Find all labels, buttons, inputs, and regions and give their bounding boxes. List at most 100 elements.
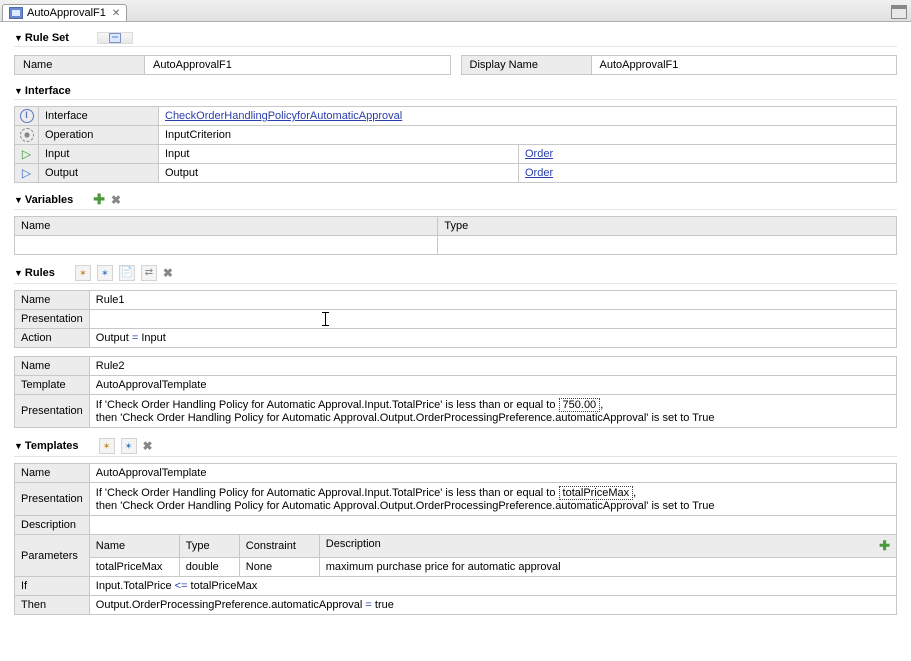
- tpl-name[interactable]: AutoApprovalTemplate: [89, 464, 896, 483]
- rule2-presentation[interactable]: If 'Check Order Handling Policy for Auto…: [89, 395, 896, 428]
- tpl-if[interactable]: Input.TotalPrice <= totalPriceMax: [89, 577, 896, 596]
- interface-icon: [20, 109, 34, 123]
- collapse-toggle[interactable]: ▼: [14, 86, 23, 96]
- output-arrow-icon: [20, 166, 34, 180]
- new-rule-button[interactable]: [75, 265, 91, 281]
- label-rule-action: Action: [15, 329, 90, 348]
- section-title: Templates: [25, 440, 79, 452]
- reorder-rule-button[interactable]: [141, 265, 157, 281]
- tab-auto-approval[interactable]: AutoApprovalF1 ✕: [2, 4, 127, 21]
- ruleset-info-icon[interactable]: [109, 33, 121, 43]
- interface-link[interactable]: CheckOrderHandlingPolicyforAutomaticAppr…: [165, 110, 402, 122]
- section-interface: ▼ Interface Interface CheckOrderHandling…: [14, 85, 897, 183]
- maximize-button[interactable]: [891, 5, 907, 19]
- value-operation[interactable]: InputCriterion: [159, 126, 897, 145]
- label-tpl-if: If: [15, 577, 90, 596]
- tpl-then[interactable]: Output.OrderProcessingPreference.automat…: [89, 596, 896, 615]
- section-title: Rule Set: [25, 32, 69, 44]
- value-name[interactable]: AutoApprovalF1: [145, 56, 450, 74]
- rule1-name[interactable]: Rule1: [89, 291, 896, 310]
- label-interface: Interface: [39, 107, 159, 126]
- label-rule-presentation: Presentation: [15, 310, 90, 329]
- edit-template-button[interactable]: [121, 438, 137, 454]
- col-param-name: Name: [89, 535, 179, 558]
- new-rule-from-template-button[interactable]: [97, 265, 113, 281]
- col-var-type: Type: [438, 217, 897, 236]
- row-interface: Interface CheckOrderHandlingPolicyforAut…: [15, 107, 897, 126]
- value-display-name[interactable]: AutoApprovalF1: [592, 56, 897, 74]
- section-title: Interface: [25, 85, 71, 97]
- param-type[interactable]: double: [179, 558, 239, 577]
- add-parameter-button[interactable]: ✚: [879, 538, 890, 554]
- tpl-param-placeholder[interactable]: totalPriceMax: [559, 486, 634, 500]
- label-tpl-presentation: Presentation: [15, 483, 90, 516]
- ruleset-display-field: Display Name AutoApprovalF1: [461, 55, 898, 75]
- ruleset-name-field: Name AutoApprovalF1: [14, 55, 451, 75]
- collapse-toggle[interactable]: ▼: [14, 195, 23, 205]
- label-output: Output: [39, 164, 159, 183]
- label-tpl-name: Name: [15, 464, 90, 483]
- label-input: Input: [39, 145, 159, 164]
- delete-rule-button[interactable]: ✖: [163, 266, 173, 280]
- collapse-toggle[interactable]: ▼: [14, 441, 23, 451]
- col-var-name: Name: [15, 217, 438, 236]
- rule2-name[interactable]: Rule2: [89, 357, 896, 376]
- label-tpl-then: Then: [15, 596, 90, 615]
- col-param-description: Description✚: [319, 535, 896, 558]
- section-rule-set: ▼ Rule Set Name AutoApprovalF1 Display N…: [14, 32, 897, 75]
- label-display-name: Display Name: [462, 56, 592, 74]
- new-template-button[interactable]: [99, 438, 115, 454]
- section-toolbar: [97, 32, 133, 44]
- collapse-toggle[interactable]: ▼: [14, 33, 23, 43]
- input-arrow-icon: [20, 147, 34, 161]
- rule1-table: Name Rule1 Presentation Action Output = …: [14, 290, 897, 348]
- variables-empty-row[interactable]: [15, 236, 897, 255]
- section-variables: ▼ Variables ✚ ✖ Name Type: [14, 193, 897, 255]
- label-rule-template: Template: [15, 376, 90, 395]
- section-templates: ▼ Templates ✖ Name AutoApprovalTemplate …: [14, 438, 897, 615]
- value-output-name[interactable]: Output: [159, 164, 519, 183]
- gear-icon: [20, 128, 34, 142]
- label-rule-name: Name: [15, 291, 90, 310]
- section-rules: ▼ Rules ✖ Name Rule1 Presentation Action…: [14, 265, 897, 428]
- delete-variable-button[interactable]: ✖: [111, 193, 121, 207]
- tpl-description[interactable]: [89, 516, 896, 535]
- rule2-table: Name Rule2 Template AutoApprovalTemplate…: [14, 356, 897, 428]
- label-operation: Operation: [39, 126, 159, 145]
- col-param-constraint: Constraint: [239, 535, 319, 558]
- param-name[interactable]: totalPriceMax: [89, 558, 179, 577]
- rule1-action[interactable]: Output = Input: [89, 329, 896, 348]
- label-tpl-parameters: Parameters: [15, 535, 90, 577]
- value-input-name[interactable]: Input: [159, 145, 519, 164]
- rule2-param-value[interactable]: 750.00: [559, 398, 601, 412]
- add-variable-button[interactable]: ✚: [93, 192, 105, 206]
- text-cursor-icon: [325, 312, 326, 326]
- delete-template-button[interactable]: ✖: [143, 439, 153, 453]
- param-description[interactable]: maximum purchase price for automatic app…: [319, 558, 896, 577]
- input-type-link[interactable]: Order: [525, 148, 553, 160]
- row-input: Input Input Order: [15, 145, 897, 164]
- row-operation: Operation InputCriterion: [15, 126, 897, 145]
- tab-title: AutoApprovalF1: [27, 7, 106, 19]
- collapse-toggle[interactable]: ▼: [14, 268, 23, 278]
- label-name: Name: [15, 56, 145, 74]
- output-type-link[interactable]: Order: [525, 167, 553, 179]
- label-rule-name: Name: [15, 357, 90, 376]
- label-rule-presentation: Presentation: [15, 395, 90, 428]
- rule1-presentation-cell[interactable]: [89, 310, 896, 329]
- label-tpl-description: Description: [15, 516, 90, 535]
- interface-table: Interface CheckOrderHandlingPolicyforAut…: [14, 106, 897, 183]
- row-output: Output Output Order: [15, 164, 897, 183]
- section-title: Variables: [25, 194, 73, 206]
- tpl-presentation[interactable]: If 'Check Order Handling Policy for Auto…: [89, 483, 896, 516]
- ruleset-file-icon: [9, 7, 23, 19]
- variables-table: Name Type: [14, 216, 897, 255]
- close-icon[interactable]: ✕: [112, 8, 120, 19]
- section-title: Rules: [25, 267, 55, 279]
- template-table: Name AutoApprovalTemplate Presentation I…: [14, 463, 897, 615]
- convert-rule-button[interactable]: [119, 265, 135, 281]
- rule2-template[interactable]: AutoApprovalTemplate: [89, 376, 896, 395]
- param-row[interactable]: totalPriceMax double None maximum purcha…: [15, 558, 897, 577]
- param-constraint[interactable]: None: [239, 558, 319, 577]
- editor-tabbar: AutoApprovalF1 ✕: [0, 0, 911, 22]
